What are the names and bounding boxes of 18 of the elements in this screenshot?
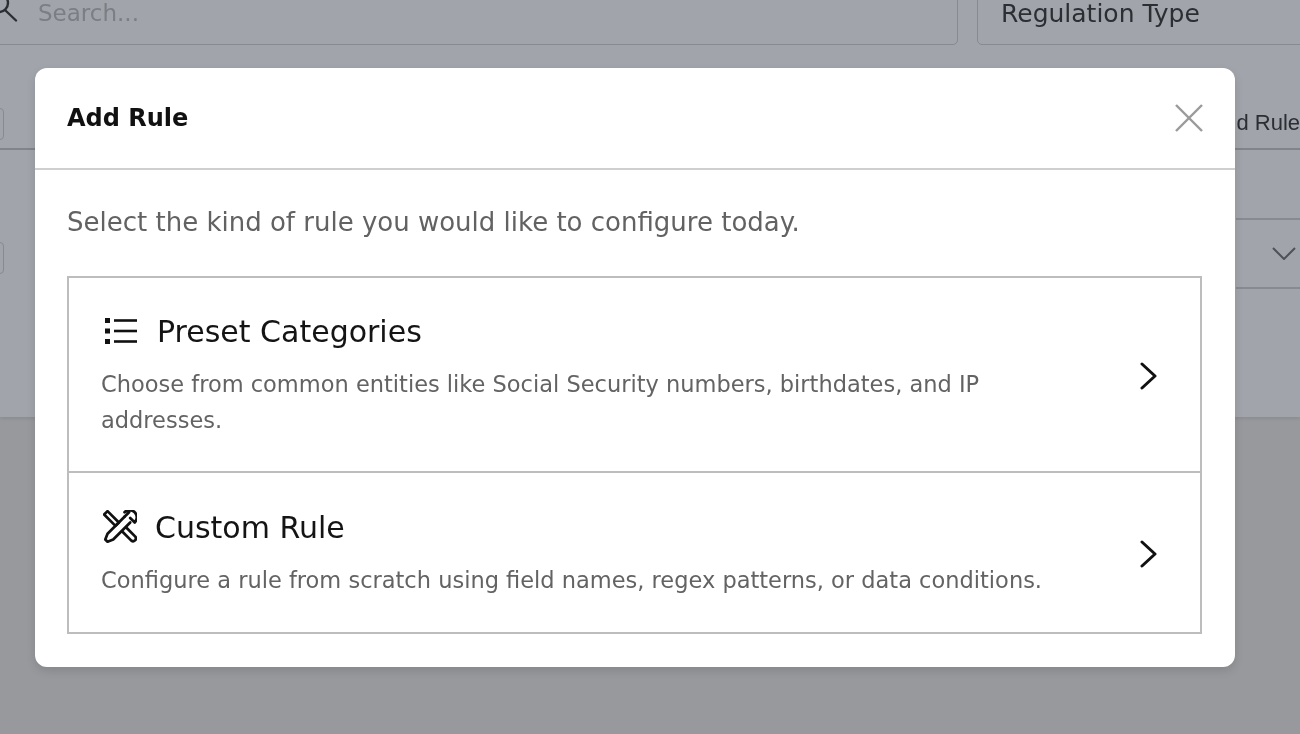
- chevron-right-icon: [1140, 361, 1158, 390]
- close-button[interactable]: [1175, 104, 1203, 132]
- dialog-title: Add Rule: [67, 104, 189, 132]
- chevron-down-icon: [1272, 247, 1296, 260]
- tools-icon: [103, 510, 137, 544]
- rule-option[interactable]: Custom Rule Configure a rule from scratch using field names, regex patterns, or data conditions.: [69, 471, 1200, 632]
- option-title: Custom Rule: [155, 509, 345, 545]
- regulation-type-dropdown[interactable]: Regulation Type: [977, 0, 1300, 45]
- search-icon: [0, 0, 18, 22]
- add-rule-button[interactable]: d Rule: [1236, 106, 1300, 140]
- option-description: Configure a rule from scratch using field names, regex patterns, or data conditions.: [101, 566, 1043, 595]
- option-description: Choose from common entities like Social Security numbers, birthdates, and IP addresses.: [101, 370, 981, 435]
- option-title: Preset Categories: [157, 313, 422, 349]
- list-icon: [105, 318, 137, 344]
- rule-option[interactable]: Preset Categories Choose from common entities like Social Security numbers, birthdates, and IP addresses.: [69, 278, 1200, 471]
- chevron-right-icon: [1140, 539, 1158, 568]
- dialog-description: Select the kind of rule you would like to configure today.: [67, 207, 801, 237]
- close-icon: [1175, 104, 1203, 132]
